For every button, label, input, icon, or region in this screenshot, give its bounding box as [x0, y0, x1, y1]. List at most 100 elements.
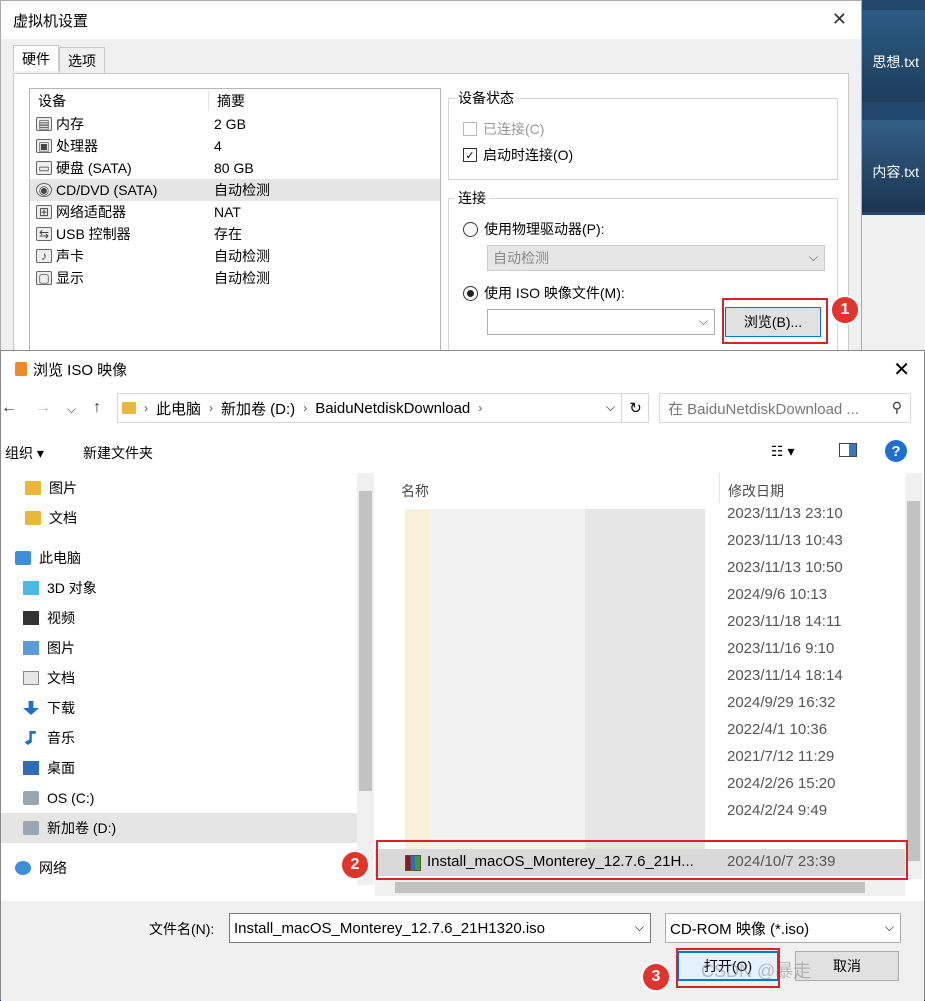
file-row[interactable]: 2023/11/13 23:10 [375, 501, 905, 528]
device-name: 声卡 [56, 248, 84, 264]
physical-drive-select[interactable]: 自动检测 ⌵ [487, 245, 825, 271]
nav-label: 音乐 [47, 730, 75, 746]
connect-on-start-checkbox[interactable]: ✓ [463, 148, 477, 162]
breadcrumb-drive-d[interactable]: 新加卷 (D:) [221, 398, 295, 419]
nav-pane-scrollbar[interactable] [357, 473, 374, 885]
nav-item-documents-quick[interactable]: 文档 [1, 503, 357, 533]
summary-column-header[interactable]: 摘要 [208, 91, 438, 111]
address-bar[interactable]: › 此电脑 › 新加卷 (D:) › BaiduNetdiskDownload … [117, 393, 649, 423]
sound-icon: ♪ [36, 249, 52, 263]
search-input[interactable]: 在 BaiduNetdiskDownload ... ⚲ [659, 393, 911, 423]
file-row[interactable]: 2023/11/13 10:43 [375, 528, 905, 555]
file-row[interactable]: 2023/11/16 9:10 [375, 636, 905, 663]
tab-hardware[interactable]: 硬件 [13, 45, 59, 71]
file-row[interactable]: 2021/7/12 11:29 [375, 744, 905, 771]
name-column-header[interactable]: 名称 [401, 481, 429, 501]
file-row[interactable]: 2024/9/29 16:32 [375, 690, 905, 717]
forward-arrow-icon[interactable]: → [35, 399, 51, 417]
iso-file-radio[interactable] [463, 285, 478, 301]
connected-checkbox[interactable] [463, 122, 477, 136]
nav-item-downloads[interactable]: 下载 [1, 693, 357, 723]
file-list-scroll-thumb[interactable] [907, 501, 920, 861]
device-column-header[interactable]: 设备 [30, 91, 208, 111]
device-row-sound[interactable]: ♪ 声卡 自动检测 [30, 245, 440, 267]
nav-item-music[interactable]: 音乐 [1, 723, 357, 753]
chevron-down-icon: ⌵ [808, 250, 818, 264]
iso-file-option[interactable]: 使用 ISO 映像文件(M): [463, 283, 625, 303]
physical-drive-option[interactable]: 使用物理驱动器(P): [463, 219, 605, 239]
chevron-down-icon[interactable]: ⌵ [635, 920, 644, 935]
file-date: 2024/2/24 9:49 [727, 802, 828, 819]
device-summary: 存在 [214, 226, 242, 242]
tab-options[interactable]: 选项 [59, 47, 105, 74]
preview-pane-icon[interactable] [839, 443, 857, 457]
step-badge-2: 2 [340, 850, 370, 880]
physical-drive-radio[interactable] [463, 221, 478, 237]
file-row[interactable]: 2023/11/18 14:11 [375, 609, 905, 636]
documents-icon [23, 671, 39, 685]
date-column-header[interactable]: 修改日期 [719, 473, 784, 503]
file-row[interactable]: 2024/9/6 10:13 [375, 582, 905, 609]
drive-d-icon [23, 821, 39, 835]
nav-item-drive-c[interactable]: OS (C:) [1, 783, 357, 813]
vm-close-icon[interactable]: ✕ [832, 9, 847, 30]
filetype-select[interactable]: CD-ROM 映像 (*.iso) ⌵ [665, 913, 901, 943]
file-row[interactable]: 2024/2/24 9:49 [375, 798, 905, 825]
help-icon[interactable]: ? [885, 440, 907, 462]
folder-icon [25, 511, 41, 525]
view-options-icon[interactable]: ☷ ▾ [771, 443, 794, 460]
desktop-file-2[interactable]: 内容.txt [860, 120, 925, 212]
device-row-network[interactable]: ⊞ 网络适配器 NAT [30, 201, 440, 223]
device-row-usb[interactable]: ⇆ USB 控制器 存在 [30, 223, 440, 245]
filename-input[interactable]: Install_macOS_Monterey_12.7.6_21H1320.is… [229, 913, 651, 943]
videos-icon [23, 611, 39, 625]
nav-item-pictures-quick[interactable]: 图片 [1, 473, 357, 503]
nav-item-network[interactable]: 网络 [1, 853, 357, 883]
vmware-icon [15, 362, 27, 376]
organize-menu[interactable]: 组织 ▾ [5, 443, 44, 463]
device-summary: 自动检测 [214, 182, 270, 198]
device-row-display[interactable]: ▢ 显示 自动检测 [30, 267, 440, 289]
up-arrow-icon[interactable]: ↑ [93, 399, 101, 417]
file-row[interactable]: 2023/11/14 18:14 [375, 663, 905, 690]
back-arrow-icon[interactable]: ← [1, 399, 17, 417]
recent-chevron-icon[interactable]: ⌵ [67, 402, 76, 417]
cpu-icon: ▣ [36, 139, 52, 153]
new-folder-button[interactable]: 新建文件夹 [83, 443, 153, 463]
nav-item-videos[interactable]: 视频 [1, 603, 357, 633]
connected-checkbox-row[interactable]: 已连接(C) [463, 119, 544, 139]
physical-drive-value: 自动检测 [493, 250, 549, 266]
breadcrumb-baidu[interactable]: BaiduNetdiskDownload [315, 400, 470, 417]
nav-label: 3D 对象 [47, 580, 97, 596]
nav-item-pictures[interactable]: 图片 [1, 633, 357, 663]
nav-item-documents[interactable]: 文档 [1, 663, 357, 693]
connect-on-start-row[interactable]: ✓ 启动时连接(O) [463, 145, 573, 165]
desktop-file-1[interactable]: 思想.txt [860, 10, 925, 102]
file-row[interactable]: 2024/2/26 15:20 [375, 771, 905, 798]
file-date: 2024/9/6 10:13 [727, 586, 828, 603]
nav-label: 此电脑 [39, 550, 81, 566]
music-icon [24, 731, 36, 745]
device-row-harddisk[interactable]: ▭ 硬盘 (SATA) 80 GB [30, 157, 440, 179]
nav-item-this-pc[interactable]: 此电脑 [1, 543, 357, 573]
nav-item-3d-objects[interactable]: 3D 对象 [1, 573, 357, 603]
nav-pane-scroll-thumb[interactable] [359, 491, 372, 791]
hscroll-thumb[interactable] [395, 882, 865, 893]
file-row[interactable]: 2022/4/1 10:36 [375, 717, 905, 744]
nav-item-drive-d[interactable]: 新加卷 (D:) [1, 813, 357, 843]
file-list-scrollbar[interactable] [905, 473, 922, 879]
file-list: 名称 修改日期 2023/11/13 23:10 2023/11/13 10:4… [375, 473, 925, 901]
browse-iso-title: 浏览 ISO 映像 [33, 361, 128, 379]
device-row-cpu[interactable]: ▣ 处理器 4 [30, 135, 440, 157]
device-row-cdrom[interactable]: ◉ CD/DVD (SATA) 自动检测 [30, 179, 440, 201]
breadcrumb-this-pc[interactable]: 此电脑 [156, 398, 201, 419]
file-row[interactable]: 2023/11/13 10:50 [375, 555, 905, 582]
file-list-hscrollbar[interactable] [375, 879, 905, 896]
nav-item-desktop[interactable]: 桌面 [1, 753, 357, 783]
iso-path-combo[interactable]: ⌵ [487, 309, 715, 335]
refresh-icon[interactable]: ↻ [621, 393, 649, 423]
device-row-memory[interactable]: ▤ 内存 2 GB [30, 113, 440, 135]
device-name: 网络适配器 [56, 204, 126, 220]
close-icon[interactable]: ✕ [893, 357, 910, 382]
address-dropdown-icon[interactable]: ⌵ [606, 400, 615, 415]
